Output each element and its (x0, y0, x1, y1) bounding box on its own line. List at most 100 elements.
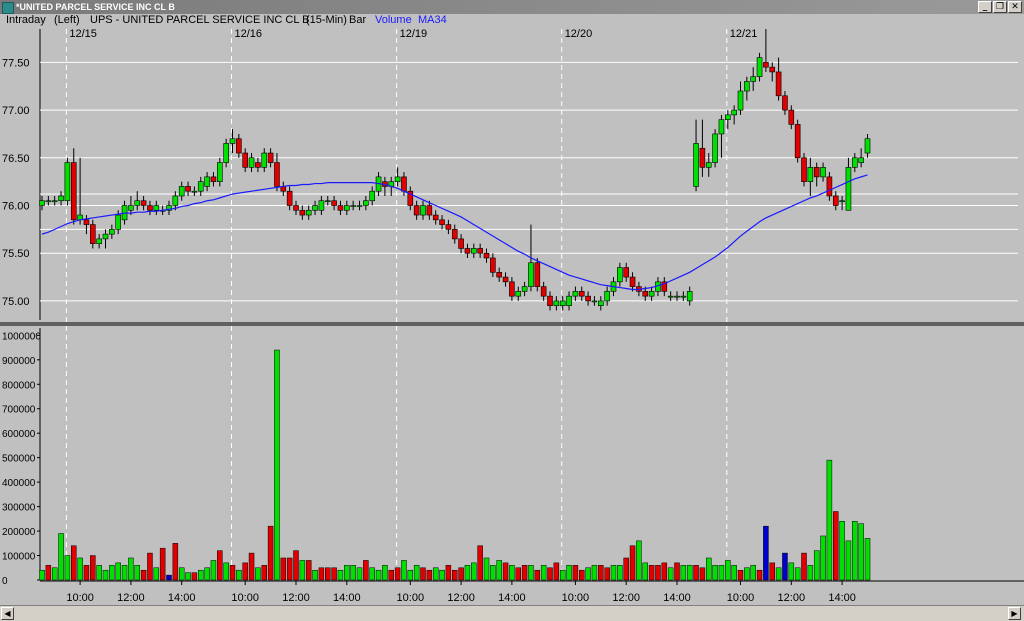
candle-body (324, 200, 331, 203)
volume-tick-label: 100000 (2, 552, 36, 563)
volume-bar (128, 557, 134, 581)
volume-bar (661, 562, 668, 581)
volume-bar (45, 565, 52, 581)
candle-body (674, 295, 680, 298)
volume-bar (261, 565, 267, 581)
volume-bar (356, 567, 363, 581)
candle-body (832, 195, 839, 206)
price-tick-label: 75.50 (2, 248, 30, 260)
candle-body (236, 138, 242, 154)
volume-bar (559, 569, 566, 581)
volume-bar (769, 562, 775, 581)
candle-body (680, 295, 687, 298)
candle-body (813, 167, 820, 178)
volume-bar (413, 565, 420, 581)
candle-body (229, 138, 236, 144)
volume-bar (198, 569, 204, 581)
volume-bar (204, 567, 210, 581)
volume-bar (686, 565, 693, 581)
volume-bar (629, 545, 636, 581)
candle-body (356, 205, 363, 207)
time-tick-label: 14:00 (828, 592, 856, 604)
volume-bar (502, 562, 509, 581)
time-tick-label: 10:00 (231, 592, 259, 604)
volume-bar (750, 565, 756, 581)
candle-body (83, 219, 90, 225)
candle-body (750, 76, 757, 82)
price-volume-chart[interactable]: 75.00 75.50 76.00 76.50 77.00 77.50 12/15 12/16… (0, 0, 1024, 605)
candle-body (578, 291, 585, 297)
candle-body (553, 300, 560, 306)
volume-bar (699, 567, 706, 581)
volume-bar (515, 567, 521, 581)
volume-bar (782, 552, 788, 581)
volume-bar (775, 567, 782, 581)
volume-bar (83, 565, 90, 581)
volume-tick-label: 700000 (2, 405, 36, 416)
volume-bar (344, 565, 350, 581)
candle-body (585, 295, 591, 302)
candle-body (267, 152, 274, 163)
volume-bar (223, 562, 229, 581)
volume-tick-label: 600000 (2, 429, 36, 440)
volume-bar (572, 565, 579, 581)
volume-bar (96, 565, 102, 581)
price-tick-label: 76.50 (2, 153, 30, 165)
candle-body (191, 190, 198, 193)
volume-bar (375, 569, 382, 581)
volume-bar (401, 560, 407, 581)
candle-body (286, 190, 293, 206)
date-label: 12/15 (69, 28, 97, 40)
candle-body (744, 81, 750, 92)
horizontal-scrollbar[interactable]: ◀ ▶ (0, 605, 1024, 621)
volume-bar (191, 572, 198, 581)
volume-bar (445, 565, 452, 581)
volume-bar (77, 557, 83, 581)
volume-bar (617, 565, 623, 581)
time-tick-label: 10:00 (397, 592, 425, 604)
volume-bar (540, 565, 547, 581)
candle-body (343, 205, 350, 211)
volume-bar (432, 567, 439, 581)
volume-bar (140, 569, 147, 581)
volume-bar (299, 560, 306, 581)
candle-body (413, 205, 420, 216)
candle-body (699, 147, 706, 168)
volume-bar (604, 567, 610, 581)
volume-bar (255, 567, 261, 581)
candle-body (604, 291, 610, 302)
volume-bar (566, 565, 572, 581)
volume-bar (236, 569, 242, 581)
volume-tick-label: 1000000 (2, 331, 41, 342)
volume-bar (337, 569, 344, 581)
volume-bar (642, 562, 648, 581)
candle-body (147, 205, 153, 211)
date-label: 12/19 (400, 28, 428, 40)
candle-body (623, 267, 630, 278)
candle-body (318, 200, 325, 211)
volume-bar (813, 550, 820, 581)
candle-body (547, 295, 553, 306)
candle-body (337, 205, 344, 211)
candle-body (483, 252, 490, 259)
scroll-right-icon[interactable]: ▶ (1008, 607, 1021, 620)
volume-tick-label: 500000 (2, 454, 36, 465)
candle-body (820, 167, 826, 178)
scroll-left-icon[interactable]: ◀ (1, 607, 14, 620)
candle-body (686, 291, 693, 302)
volume-bar (852, 521, 858, 581)
volume-bar (826, 459, 833, 581)
candle-body (312, 205, 318, 211)
volume-bar (286, 557, 293, 581)
candle-body (458, 238, 464, 249)
time-tick-label: 12:00 (612, 592, 640, 604)
volume-bar (64, 555, 71, 581)
volume-bar (725, 560, 731, 581)
volume-bar (369, 567, 375, 581)
volume-bar (420, 567, 426, 581)
candle-body (763, 62, 769, 68)
candle-body (566, 295, 572, 306)
volume-bar (623, 557, 629, 581)
candle-body (45, 200, 52, 203)
candle-body (210, 176, 217, 182)
